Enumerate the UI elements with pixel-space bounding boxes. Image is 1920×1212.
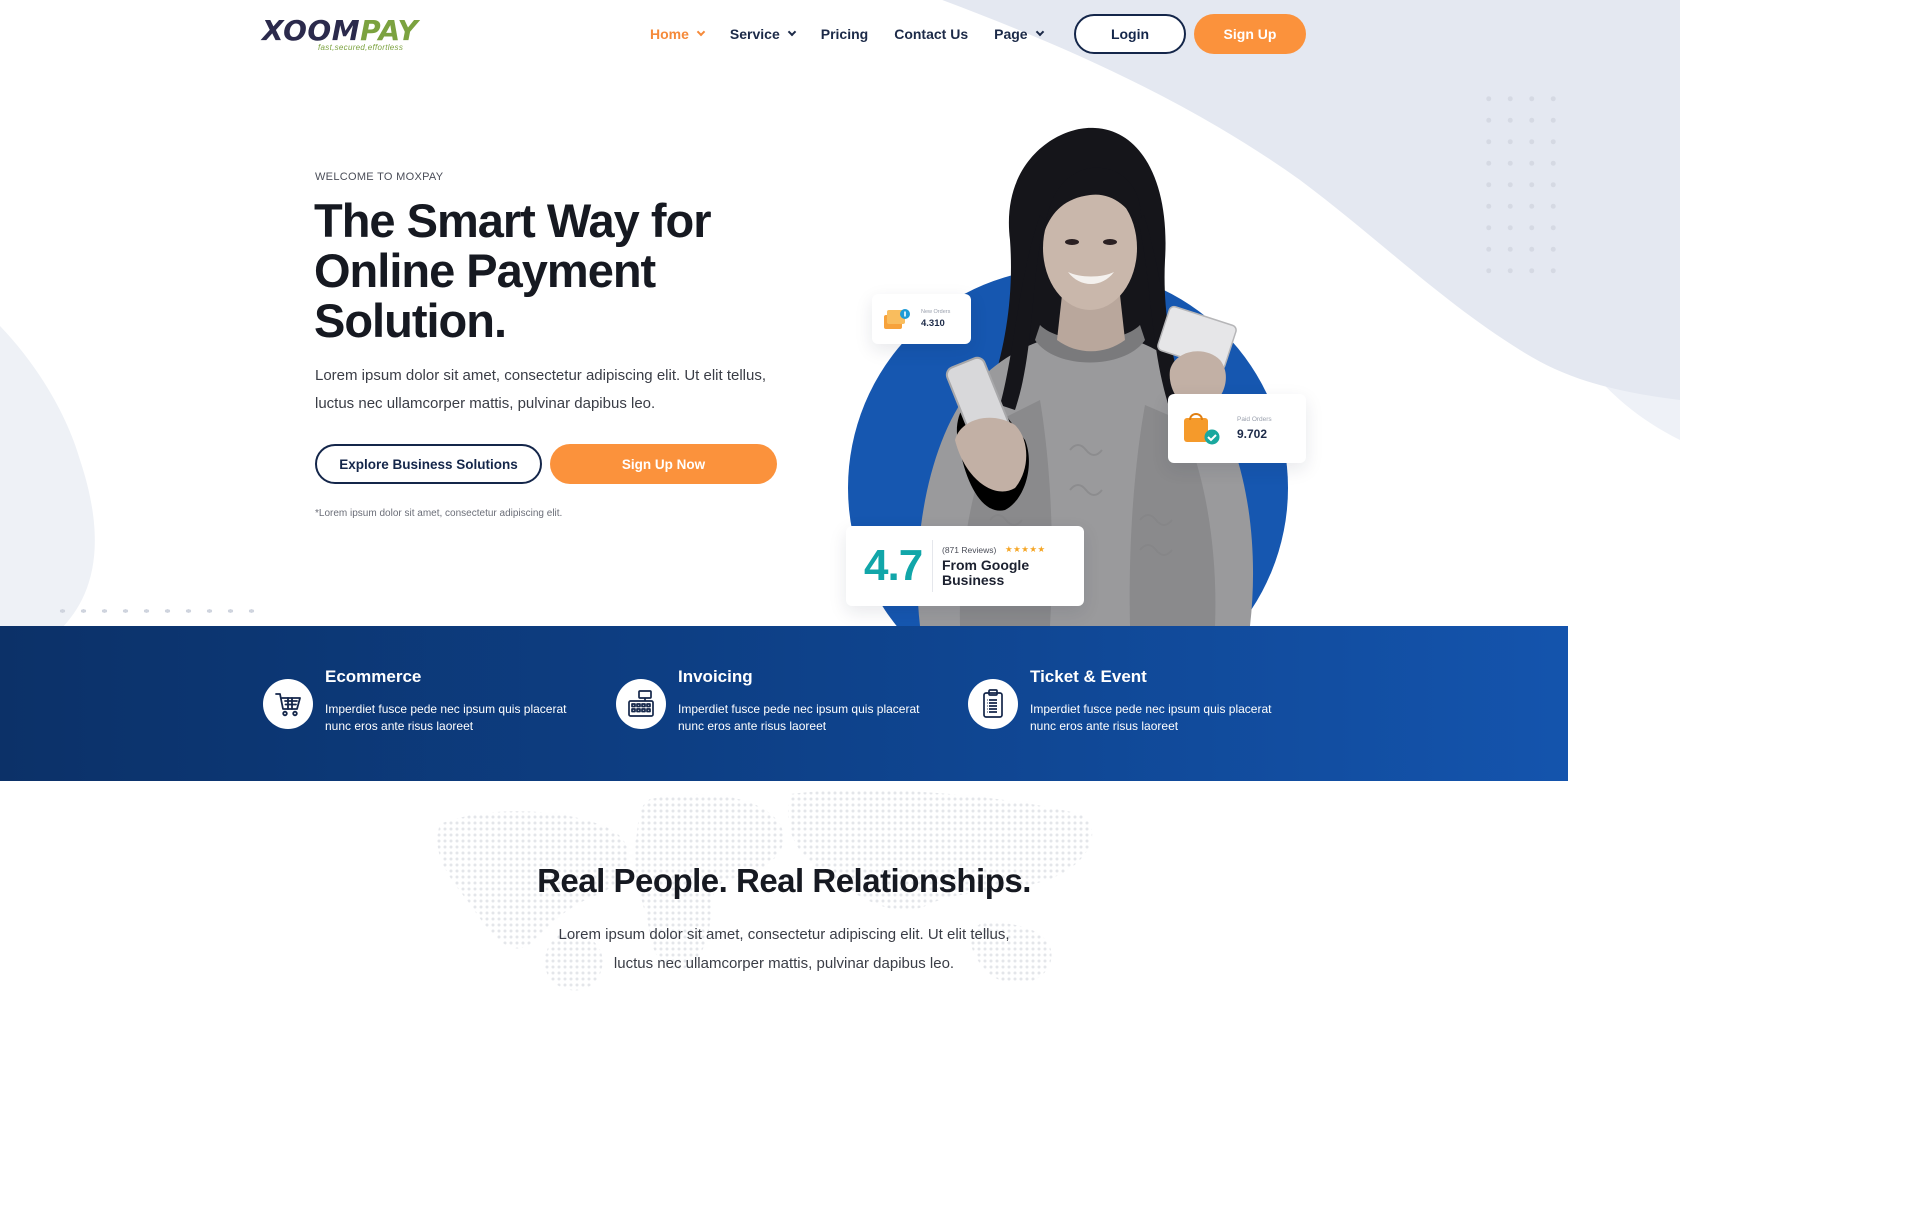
feature-ecommerce[interactable]: Ecommerce Imperdiet fusce pede nec ipsum… — [263, 626, 603, 781]
background-blob-left — [0, 326, 95, 630]
main-nav: Home Service Pricing Contact Us Page — [650, 22, 1069, 46]
nav-item-service[interactable]: Service — [729, 22, 796, 46]
paid-orders-card: Paid Orders 9.702 — [1168, 394, 1306, 463]
cart-icon — [263, 679, 313, 729]
hero-footnote: *Lorem ipsum dolor sit amet, consectetur… — [315, 508, 563, 519]
google-review-card: 4.7 (871 Reviews) ★★★★★ From Google Busi… — [846, 526, 1084, 606]
chevron-down-icon — [1035, 27, 1044, 37]
nav-item-contact-us[interactable]: Contact Us — [894, 22, 968, 46]
feature-title: Ecommerce — [325, 667, 422, 686]
review-divider — [932, 540, 933, 592]
shopping-bag-check-icon — [1184, 413, 1220, 445]
feature-invoicing[interactable]: Invoicing Imperdiet fusce pede nec ipsum… — [616, 626, 956, 781]
new-orders-label: New Orders — [921, 309, 951, 315]
ticket-clipboard-icon — [968, 679, 1018, 729]
star-rating-icon: ★★★★★ — [1005, 544, 1046, 554]
nav-item-label: Page — [994, 26, 1028, 42]
paid-orders-label: Paid Orders — [1237, 416, 1272, 423]
signup-now-button[interactable]: Sign Up Now — [550, 444, 777, 484]
feature-description: Imperdiet fusce pede nec ipsum quis plac… — [1030, 702, 1272, 733]
chevron-down-icon — [696, 27, 706, 37]
login-button[interactable]: Login — [1074, 14, 1186, 54]
nav-item-label: Service — [729, 26, 780, 42]
brand-logo[interactable]: XOOMPAY fast,secured,effortless — [262, 14, 432, 56]
hero-description: Lorem ipsum dolor sit amet, consectetur … — [315, 367, 767, 412]
nav-item-pricing[interactable]: Pricing — [821, 22, 868, 46]
feature-description: Imperdiet fusce pede nec ipsum quis plac… — [678, 702, 920, 733]
logo-tagline: fast,secured,effortless — [318, 43, 404, 52]
nav-item-label: Contact Us — [894, 26, 969, 42]
nav-item-home[interactable]: Home — [650, 22, 706, 46]
decorative-dot-grid — [1478, 88, 1568, 288]
relationships-description: Lorem ipsum dolor sit amet, consectetur … — [558, 926, 1010, 972]
new-orders-value: 4.310 — [921, 318, 945, 329]
nav-item-label: Pricing — [820, 26, 869, 42]
chevron-down-icon — [787, 27, 796, 37]
review-source: From Google Business — [942, 557, 1030, 588]
site-header: XOOMPAY fast,secured,effortless Home Ser… — [0, 0, 1568, 68]
new-orders-card: New Orders 4.310 — [872, 294, 971, 344]
feature-title: Ticket & Event — [1030, 667, 1147, 686]
hero-title: The Smart Way for Online Payment Solutio… — [314, 194, 712, 347]
paid-orders-value: 9.702 — [1237, 427, 1268, 441]
explore-business-solutions-button[interactable]: Explore Business Solutions — [315, 444, 542, 484]
features-band: Ecommerce Imperdiet fusce pede nec ipsum… — [0, 626, 1568, 781]
hero-eyebrow: WELCOME TO MOXPAY — [315, 171, 444, 183]
signup-button[interactable]: Sign Up — [1194, 14, 1306, 54]
nav-item-label: Home — [650, 26, 689, 42]
review-count: (871 Reviews) — [942, 545, 997, 555]
relationships-title: Real People. Real Relationships. — [537, 862, 1031, 899]
wallet-icon — [884, 309, 910, 329]
feature-ticket-event[interactable]: Ticket & Event Imperdiet fusce pede nec … — [968, 626, 1308, 781]
nav-item-page[interactable]: Page — [994, 22, 1044, 46]
rating-value: 4.7 — [864, 541, 923, 590]
feature-description: Imperdiet fusce pede nec ipsum quis plac… — [325, 702, 567, 733]
cash-register-icon — [616, 679, 666, 729]
decorative-dot-row — [52, 604, 262, 618]
feature-title: Invoicing — [678, 667, 753, 686]
